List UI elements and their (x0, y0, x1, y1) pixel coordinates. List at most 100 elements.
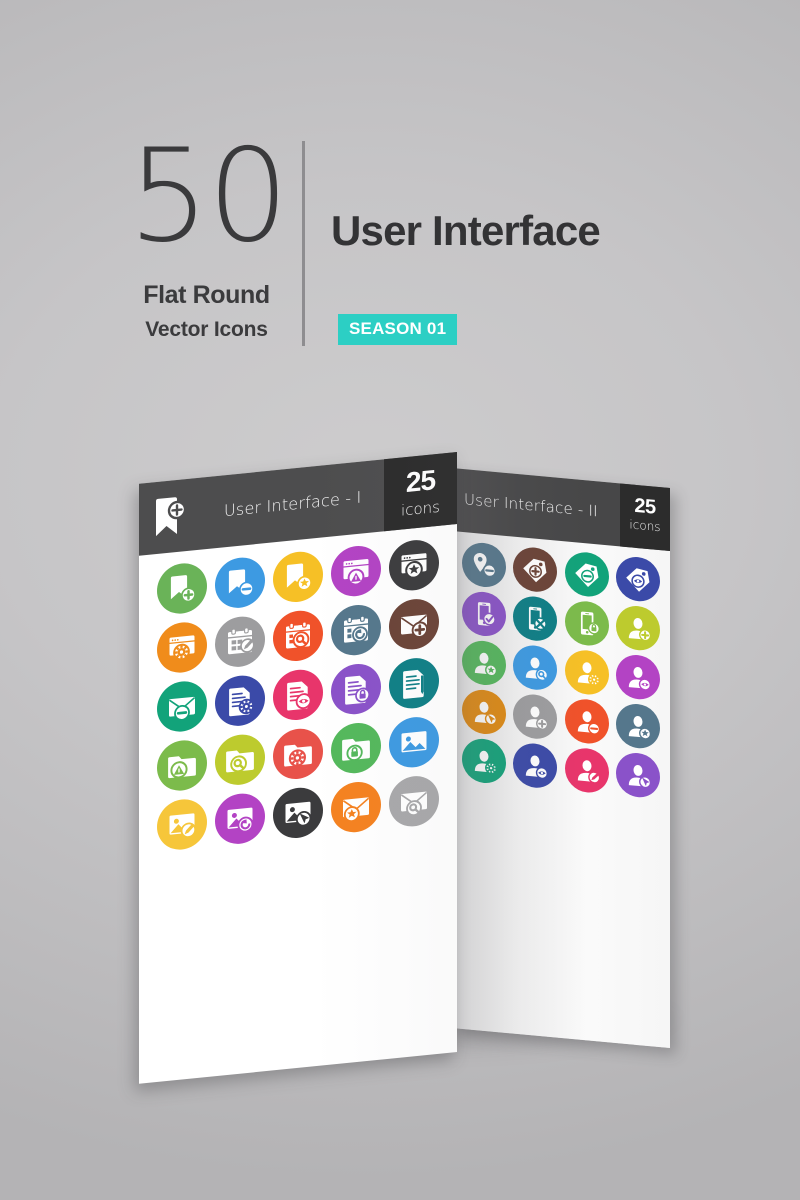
icon-cell (460, 736, 508, 785)
icon-cell (460, 687, 508, 736)
mail-star-icon (342, 797, 370, 823)
location-remove-icon-swatch (462, 540, 507, 589)
calendar-search-icon-swatch (273, 608, 323, 664)
image-icon (401, 731, 427, 753)
icon-cell (155, 738, 209, 793)
user-plus-icon (526, 706, 549, 731)
tag-view-icon-swatch (615, 555, 660, 604)
user-cursor-icon (628, 764, 651, 789)
icon-cell (387, 655, 441, 711)
card-mockup: User Interface - II 25 icons User Interf… (0, 0, 800, 1200)
mail-star-icon-swatch (331, 779, 381, 835)
document-settings-icon-swatch (215, 673, 265, 729)
tag-add-icon (523, 558, 547, 583)
folder-search-icon-swatch (215, 732, 265, 788)
icon-cell (271, 785, 325, 841)
icon-cell (563, 697, 611, 746)
folder-settings-icon-swatch (273, 726, 323, 782)
icon-cell (387, 596, 441, 652)
icon-cell (155, 679, 209, 734)
browser-warning-icon (343, 558, 369, 586)
icon-cell (329, 602, 383, 658)
icon-cell (460, 638, 508, 687)
card-1-count-badge: 25 icons (384, 452, 457, 532)
mail-add-icon-swatch (389, 596, 439, 652)
icon-cell (563, 648, 611, 697)
browser-settings-icon (169, 635, 195, 661)
user-gear-icon-swatch (462, 736, 507, 785)
bookmark-plus-icon (156, 497, 185, 537)
calendar-edit-icon-swatch (215, 614, 265, 670)
user-minus-icon-swatch (564, 697, 609, 746)
document-lock-icon-swatch (331, 661, 381, 717)
document-view-icon-swatch (273, 667, 323, 723)
user-cursor-icon-swatch (615, 751, 660, 800)
tag-view-icon (626, 568, 650, 592)
user-eye-icon-swatch (513, 741, 558, 790)
document-edit-icon (403, 669, 424, 699)
icon-cell (213, 614, 267, 670)
icon-cell (387, 714, 441, 770)
icon-cell (213, 555, 267, 611)
image-click-icon (285, 801, 312, 827)
mail-remove-icon (168, 696, 196, 721)
mobile-check-icon (478, 602, 496, 626)
icon-cell (563, 550, 611, 599)
icon-cell (614, 702, 662, 751)
user-view-icon-swatch (615, 653, 660, 702)
icon-cell (213, 673, 267, 729)
icon-cell (614, 604, 662, 653)
mobile-lock-icon (580, 611, 600, 636)
user-edit-icon-swatch (564, 746, 609, 795)
browser-warning-icon-swatch (331, 543, 381, 599)
tag-remove-icon-swatch (564, 550, 609, 599)
icon-cell (511, 692, 559, 741)
mobile-check-icon-swatch (462, 589, 507, 638)
location-remove-icon (473, 552, 497, 578)
mail-remove-icon-swatch (157, 679, 207, 734)
poster-canvas: 50 Flat Round Vector Icons User Interfac… (0, 0, 800, 1200)
image-edit-icon-swatch (157, 797, 207, 852)
bookmark-remove-icon (228, 569, 254, 597)
document-settings-icon (229, 687, 255, 717)
calendar-search-icon (286, 621, 310, 649)
image-edit-icon (169, 813, 197, 838)
icon-cell (213, 732, 267, 788)
folder-alert-icon (168, 756, 196, 779)
document-edit-icon-swatch (389, 655, 439, 711)
icon-cell (387, 537, 441, 593)
icon-cell (511, 643, 559, 692)
user-star-icon (474, 652, 498, 677)
calendar-refresh-icon-swatch (331, 602, 381, 658)
user-star-icon-swatch (462, 638, 507, 687)
image-refresh-icon (227, 807, 254, 833)
user-click-icon-swatch (462, 687, 507, 736)
icon-cell (329, 779, 383, 835)
icon-card-2: User Interface - II 25 icons (452, 468, 670, 1049)
calendar-edit-icon (228, 627, 255, 655)
user-search-icon-swatch (513, 643, 558, 692)
icon-cell (329, 720, 383, 776)
card-2-title: User Interface - II (464, 490, 598, 521)
icon-cell (155, 561, 209, 616)
icon-cell (271, 608, 325, 664)
folder-lock-icon (342, 738, 370, 762)
bookmark-star-icon (286, 563, 312, 591)
icon-cell (511, 545, 559, 594)
user-click-icon (474, 701, 498, 726)
card-2-count-badge: 25 icons (620, 483, 670, 552)
icon-cell (614, 653, 662, 702)
user-plus-icon-swatch (513, 692, 558, 741)
calendar-refresh-icon (344, 615, 368, 643)
bookmark-add-icon-swatch (157, 561, 207, 616)
icon-cell (460, 589, 508, 638)
icon-cell (329, 661, 383, 717)
mobile-cancel-icon-swatch (513, 594, 558, 643)
icon-cell (213, 791, 267, 847)
user-view-icon (628, 666, 651, 691)
folder-alert-icon-swatch (157, 738, 207, 793)
bookmark-remove-icon-swatch (215, 555, 265, 611)
icon-cell (511, 741, 559, 790)
user-minus-icon (577, 711, 600, 735)
mobile-cancel-icon (529, 606, 548, 631)
